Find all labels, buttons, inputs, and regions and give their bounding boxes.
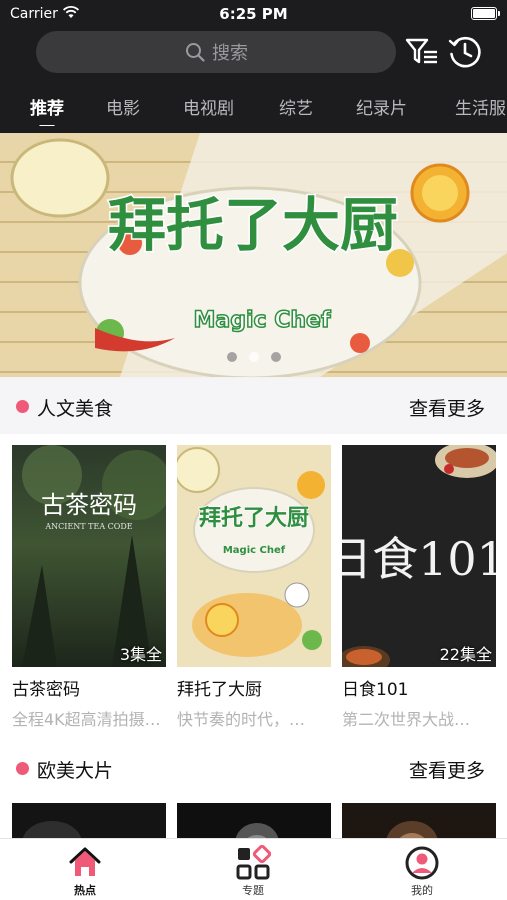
section-bullet [16, 762, 29, 775]
tab-movies[interactable]: 电影 [106, 94, 140, 119]
page-dot[interactable] [226, 352, 237, 362]
section-cards-food: 古茶密码 ANCIENT TEA CODE 3集全 古茶密码 全程4K超高清拍摄… [0, 434, 507, 744]
page-dot[interactable] [270, 352, 281, 362]
tabbar-label: 我的 [411, 884, 433, 897]
section-title: 人文美食 [37, 398, 114, 420]
video-description: 全程4K超高清拍摄… [12, 710, 161, 729]
video-card[interactable]: 日食101 22集全 日食101 第二次世界大战… [342, 445, 496, 730]
bottom-tab-bar: 热点 专题 我的 [0, 838, 507, 900]
video-description: 快节奏的时代，… [177, 710, 306, 729]
section-bullet [16, 400, 29, 413]
grid-icon [236, 845, 271, 880]
search-bar[interactable]: 搜索 [36, 31, 396, 73]
video-card[interactable]: 拜托了大厨 Magic Chef 拜托了大厨 快节奏的时代，… [177, 445, 331, 730]
tab-tv-series[interactable]: 电视剧 [183, 94, 234, 119]
banner-artwork: 拜托了大厨 Magic Chef [0, 133, 507, 377]
status-time: 6:25 PM [219, 5, 288, 23]
search-placeholder: 搜索 [212, 43, 248, 64]
poster-image[interactable] [342, 803, 496, 843]
video-title: 古茶密码 [12, 680, 80, 700]
tabbar-label: 专题 [242, 884, 264, 897]
poster-image: 古茶密码 ANCIENT TEA CODE 3集全 [12, 445, 166, 667]
poster-image[interactable] [177, 803, 331, 843]
svg-text:日食101: 日食101 [342, 532, 496, 586]
see-more-button[interactable]: 查看更多 [409, 394, 485, 421]
tab-lifestyle[interactable]: 生活服 [455, 94, 506, 119]
banner-title-en: Magic Chef [193, 308, 330, 333]
svg-text:古茶密码: 古茶密码 [41, 491, 137, 519]
video-card[interactable]: 古茶密码 ANCIENT TEA CODE 3集全 古茶密码 全程4K超高清拍摄… [12, 445, 166, 730]
status-bar: Carrier 6:25 PM [0, 0, 507, 30]
tabbar-item-hot[interactable]: 热点 [45, 845, 125, 898]
banner-title-cn: 拜托了大厨 [108, 191, 398, 259]
tab-recommend[interactable]: 推荐 [30, 94, 64, 126]
home-icon [69, 847, 101, 876]
tabbar-label: 热点 [74, 884, 96, 897]
video-description: 第二次世界大战… [342, 710, 471, 729]
svg-text:ANCIENT TEA CODE: ANCIENT TEA CODE [44, 522, 132, 531]
battery-icon [471, 7, 500, 20]
tabbar-item-mine[interactable]: 我的 [382, 845, 462, 898]
filter-icon[interactable] [404, 34, 440, 70]
poster-image: 拜托了大厨 Magic Chef [177, 445, 331, 667]
tab-documentary[interactable]: 纪录片 [356, 94, 407, 119]
section-header-western: 欧美大片 查看更多 [0, 740, 507, 796]
video-title: 拜托了大厨 [177, 680, 262, 700]
see-more-button[interactable]: 查看更多 [409, 756, 485, 783]
svg-text:Magic Chef: Magic Chef [223, 545, 286, 556]
category-tabs: 推荐 电影 电视剧 综艺 纪录片 生活服 [0, 86, 507, 126]
page-dot-active[interactable] [248, 352, 259, 362]
poster-image[interactable] [12, 803, 166, 843]
top-header: Carrier 6:25 PM 搜索 推荐 电影 电视剧 综艺 纪录片 生活服 [0, 0, 507, 133]
episode-count: 3集全 [119, 645, 162, 664]
video-title: 日食101 [342, 680, 409, 700]
tab-variety[interactable]: 综艺 [279, 94, 313, 119]
svg-text:拜托了大厨: 拜托了大厨 [199, 506, 309, 531]
search-icon [186, 43, 205, 62]
history-icon[interactable] [447, 34, 483, 70]
hero-banner[interactable]: 拜托了大厨 Magic Chef [0, 133, 507, 377]
banner-page-indicator [0, 352, 507, 362]
profile-icon [405, 846, 439, 880]
section-title: 欧美大片 [37, 760, 114, 782]
tabbar-item-topics[interactable]: 专题 [213, 845, 293, 898]
poster-image: 日食101 22集全 [342, 445, 496, 667]
episode-count: 22集全 [439, 645, 492, 664]
section-header-food: 人文美食 查看更多 [0, 378, 507, 434]
